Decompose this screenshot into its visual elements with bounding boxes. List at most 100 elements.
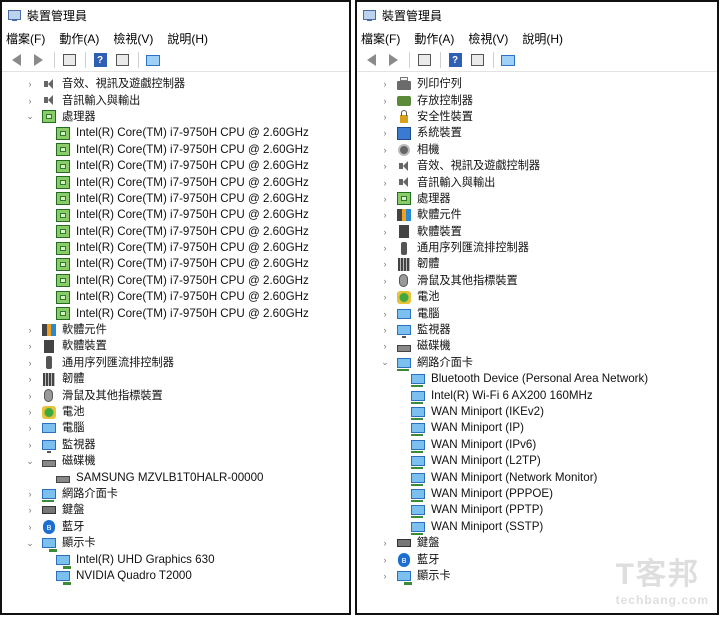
device-category[interactable]: › 電池 bbox=[2, 404, 349, 420]
scan-hardware-button[interactable] bbox=[498, 51, 518, 69]
back-button[interactable] bbox=[6, 51, 26, 69]
collapse-chevron-icon[interactable]: ⌄ bbox=[24, 538, 36, 549]
expand-chevron-icon[interactable]: › bbox=[379, 292, 391, 302]
device-item[interactable]: Intel(R) Core(TM) i7-9750H CPU @ 2.60GHz bbox=[2, 142, 349, 158]
expand-chevron-icon[interactable]: › bbox=[379, 243, 391, 253]
expand-chevron-icon[interactable]: › bbox=[379, 79, 391, 89]
device-item[interactable]: WAN Miniport (PPPOE) bbox=[357, 486, 717, 502]
device-category[interactable]: › 滑鼠及其他指標裝置 bbox=[357, 273, 717, 289]
help-button[interactable]: ? bbox=[90, 51, 110, 69]
device-category[interactable]: › 鍵盤 bbox=[2, 502, 349, 518]
help-button[interactable]: ? bbox=[445, 51, 465, 69]
collapse-chevron-icon[interactable]: ⌄ bbox=[24, 456, 36, 467]
device-item[interactable]: WAN Miniport (PPTP) bbox=[357, 502, 717, 519]
expand-chevron-icon[interactable]: › bbox=[24, 407, 36, 417]
expand-chevron-icon[interactable]: › bbox=[24, 505, 36, 515]
forward-button[interactable] bbox=[383, 51, 403, 69]
menu-view[interactable]: 檢視(V) bbox=[468, 30, 508, 47]
device-category[interactable]: › 軟體元件 bbox=[357, 207, 717, 223]
device-item[interactable]: WAN Miniport (Network Monitor) bbox=[357, 469, 717, 486]
forward-button[interactable] bbox=[28, 51, 48, 69]
device-category[interactable]: › 通用序列匯流排控制器 bbox=[2, 355, 349, 371]
device-item[interactable]: Intel(R) Core(TM) i7-9750H CPU @ 2.60GHz bbox=[2, 174, 349, 190]
device-category[interactable]: › 存放控制器 bbox=[357, 92, 717, 108]
device-item[interactable]: Intel(R) Core(TM) i7-9750H CPU @ 2.60GHz bbox=[2, 256, 349, 272]
expand-chevron-icon[interactable]: › bbox=[379, 325, 391, 335]
device-category[interactable]: › 電腦 bbox=[357, 305, 717, 321]
device-category[interactable]: › 相機 bbox=[357, 142, 717, 158]
device-item[interactable]: Intel(R) Core(TM) i7-9750H CPU @ 2.60GHz bbox=[2, 273, 349, 289]
device-category[interactable]: › 音訊輸入與輸出 bbox=[2, 92, 349, 108]
expand-chevron-icon[interactable]: › bbox=[379, 538, 391, 548]
device-category[interactable]: › 監視器 bbox=[2, 437, 349, 453]
expand-chevron-icon[interactable]: › bbox=[379, 112, 391, 122]
properties-button[interactable] bbox=[467, 51, 487, 69]
device-item[interactable]: Intel(R) Wi-Fi 6 AX200 160MHz bbox=[357, 387, 717, 404]
expand-chevron-icon[interactable]: › bbox=[24, 423, 36, 433]
show-hide-tree-button[interactable] bbox=[59, 51, 79, 69]
expand-chevron-icon[interactable]: › bbox=[379, 309, 391, 319]
device-item[interactable]: WAN Miniport (L2TP) bbox=[357, 453, 717, 470]
expand-chevron-icon[interactable]: › bbox=[379, 128, 391, 138]
device-item[interactable]: Bluetooth Device (Personal Area Network) bbox=[357, 371, 717, 388]
device-item[interactable]: SAMSUNG MZVLB1T0HALR-00000 bbox=[2, 469, 349, 485]
device-item[interactable]: NVIDIA Quadro T2000 bbox=[2, 568, 349, 585]
expand-chevron-icon[interactable]: › bbox=[379, 341, 391, 351]
expand-chevron-icon[interactable]: › bbox=[379, 259, 391, 269]
device-category[interactable]: › 軟體裝置 bbox=[2, 338, 349, 354]
device-category[interactable]: › 音訊輸入與輸出 bbox=[357, 174, 717, 190]
device-item[interactable]: WAN Miniport (IPv6) bbox=[357, 437, 717, 453]
expand-chevron-icon[interactable]: › bbox=[24, 96, 36, 106]
device-item[interactable]: Intel(R) UHD Graphics 630 bbox=[2, 551, 349, 569]
expand-chevron-icon[interactable]: › bbox=[379, 276, 391, 286]
device-item[interactable]: Intel(R) Core(TM) i7-9750H CPU @ 2.60GHz bbox=[2, 207, 349, 223]
expand-chevron-icon[interactable]: › bbox=[379, 145, 391, 155]
properties-button[interactable] bbox=[112, 51, 132, 69]
device-item[interactable]: Intel(R) Core(TM) i7-9750H CPU @ 2.60GHz bbox=[2, 305, 349, 321]
device-category[interactable]: › 網路介面卡 bbox=[2, 486, 349, 502]
device-item[interactable]: Intel(R) Core(TM) i7-9750H CPU @ 2.60GHz bbox=[2, 289, 349, 305]
device-category[interactable]: › 系統裝置 bbox=[357, 125, 717, 141]
expand-chevron-icon[interactable]: › bbox=[379, 210, 391, 220]
device-category[interactable]: › 處理器 bbox=[357, 191, 717, 207]
device-category[interactable]: › 音效、視訊及遊戲控制器 bbox=[2, 76, 349, 92]
menu-action[interactable]: 動作(A) bbox=[59, 30, 99, 47]
expand-chevron-icon[interactable]: › bbox=[24, 374, 36, 384]
device-item[interactable]: Intel(R) Core(TM) i7-9750H CPU @ 2.60GHz bbox=[2, 191, 349, 207]
collapse-chevron-icon[interactable]: ⌄ bbox=[24, 111, 36, 122]
device-category[interactable]: ⌄ 處理器 bbox=[2, 109, 349, 125]
device-category[interactable]: › 通用序列匯流排控制器 bbox=[357, 240, 717, 256]
device-category[interactable]: › 監視器 bbox=[357, 322, 717, 339]
expand-chevron-icon[interactable]: › bbox=[379, 161, 391, 171]
device-item[interactable]: Intel(R) Core(TM) i7-9750H CPU @ 2.60GHz bbox=[2, 240, 349, 256]
device-category[interactable]: › 軟體裝置 bbox=[357, 224, 717, 240]
expand-chevron-icon[interactable]: › bbox=[379, 571, 391, 581]
device-item[interactable]: WAN Miniport (SSTP) bbox=[357, 519, 717, 535]
device-category[interactable]: ⌄ 顯示卡 bbox=[2, 535, 349, 553]
expand-chevron-icon[interactable]: › bbox=[379, 194, 391, 204]
expand-chevron-icon[interactable]: › bbox=[24, 391, 36, 401]
scan-hardware-button[interactable] bbox=[143, 51, 163, 69]
collapse-chevron-icon[interactable]: ⌄ bbox=[379, 357, 391, 368]
device-item[interactable]: Intel(R) Core(TM) i7-9750H CPU @ 2.60GHz bbox=[2, 125, 349, 141]
menu-action[interactable]: 動作(A) bbox=[414, 30, 454, 47]
expand-chevron-icon[interactable]: › bbox=[379, 555, 391, 565]
device-category[interactable]: › 滑鼠及其他指標裝置 bbox=[2, 387, 349, 403]
expand-chevron-icon[interactable]: › bbox=[24, 489, 36, 499]
expand-chevron-icon[interactable]: › bbox=[24, 522, 36, 532]
device-category[interactable]: › 安全性裝置 bbox=[357, 109, 717, 125]
expand-chevron-icon[interactable]: › bbox=[379, 178, 391, 188]
back-button[interactable] bbox=[361, 51, 381, 69]
expand-chevron-icon[interactable]: › bbox=[24, 341, 36, 351]
device-category[interactable]: › 韌體 bbox=[357, 256, 717, 272]
menu-help[interactable]: 說明(H) bbox=[522, 30, 563, 47]
device-category[interactable]: › ʙ 藍牙 bbox=[2, 519, 349, 535]
device-category[interactable]: ⌄ 網路介面卡 bbox=[357, 355, 717, 371]
menu-file[interactable]: 檔案(F) bbox=[361, 30, 400, 47]
device-category[interactable]: › 音效、視訊及遊戲控制器 bbox=[357, 158, 717, 174]
menu-help[interactable]: 說明(H) bbox=[167, 30, 208, 47]
expand-chevron-icon[interactable]: › bbox=[24, 440, 36, 450]
device-category[interactable]: › 韌體 bbox=[2, 371, 349, 387]
device-category[interactable]: › 電腦 bbox=[2, 420, 349, 436]
device-category[interactable]: › 電池 bbox=[357, 289, 717, 305]
